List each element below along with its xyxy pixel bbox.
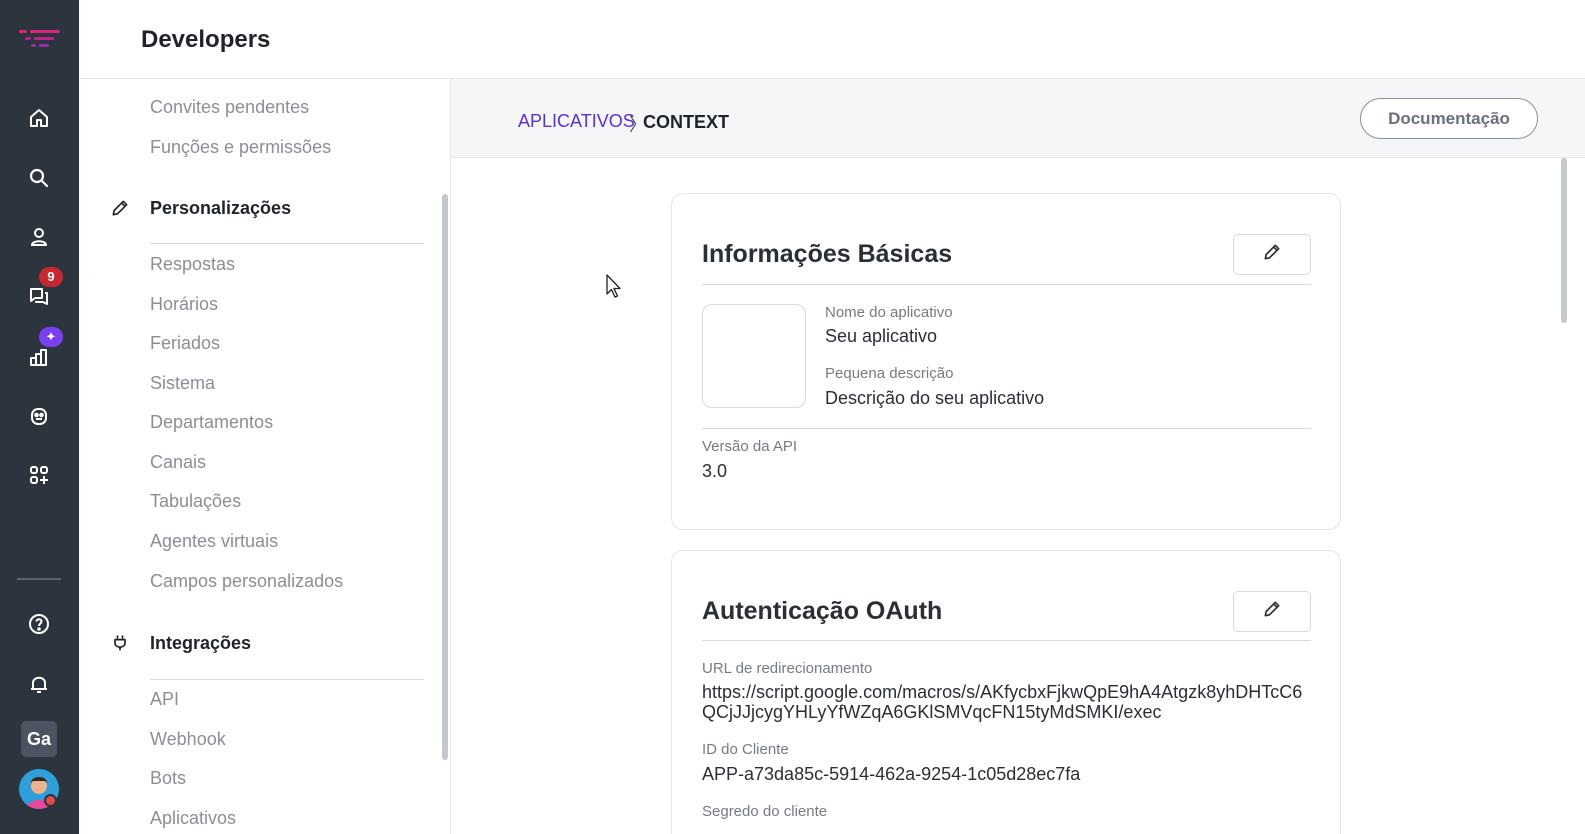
main-scrollbar[interactable]: [1561, 158, 1567, 323]
search-icon[interactable]: [19, 158, 59, 198]
nav-item-api[interactable]: API: [150, 689, 179, 710]
mouse-cursor-icon: [606, 274, 622, 300]
nav-section-label: Personalizações: [150, 198, 292, 218]
card-title: Autenticação OAuth: [702, 597, 943, 625]
reports-new-badge: ✦: [39, 327, 63, 347]
page-title: Developers: [141, 26, 271, 53]
nav-section-customizations[interactable]: Personalizações: [109, 197, 291, 219]
breadcrumb-current: CONTEXT: [643, 112, 730, 132]
main-content: APLICATIVOS 〉 CONTEXT Documentação Infor…: [451, 79, 1585, 834]
breadcrumb-apps-link[interactable]: APLICATIVOS: [518, 111, 635, 132]
content-toolbar: APLICATIVOS 〉 CONTEXT Documentação: [451, 79, 1585, 158]
status-dot: [44, 794, 57, 807]
sidenav-scrollbar[interactable]: [442, 194, 448, 760]
nav-item-apps[interactable]: Aplicativos: [150, 808, 236, 829]
nav-item-departments[interactable]: Departamentos: [150, 412, 273, 433]
nav-divider: [150, 243, 424, 244]
help-icon[interactable]: [19, 604, 59, 644]
nav-item-roles-permissions[interactable]: Funções e permissões: [150, 137, 331, 158]
pencil-icon: [1262, 599, 1282, 624]
nav-divider: [150, 679, 424, 680]
nav-item-webhook[interactable]: Webhook: [150, 729, 226, 750]
nav-item-bots[interactable]: Bots: [150, 768, 186, 789]
api-version-value: 3.0: [702, 461, 728, 481]
nav-item-responses[interactable]: Respostas: [150, 254, 235, 275]
settings-sidenav: Convites pendentes Funções e permissões …: [79, 79, 451, 834]
nav-item-pending-invites[interactable]: Convites pendentes: [150, 97, 309, 118]
client-id-label: ID do Cliente: [702, 741, 789, 758]
home-icon[interactable]: [19, 98, 59, 138]
card-divider: [702, 284, 1311, 285]
chat-unread-badge: 9: [39, 267, 63, 287]
short-description-label: Pequena descrição: [825, 365, 954, 382]
card-title: Informações Básicas: [702, 240, 953, 268]
plug-icon: [109, 632, 131, 654]
nav-item-virtual-agents[interactable]: Agentes virtuais: [150, 531, 278, 552]
documentation-button[interactable]: Documentação: [1360, 98, 1538, 139]
app-name-value: Seu aplicativo: [825, 326, 938, 346]
client-id-value: APP-a73da85c-5914-462a-9254-1c05d28ec7fa: [702, 764, 1081, 784]
pencil-icon: [109, 197, 131, 219]
app-name-label: Nome do aplicativo: [825, 304, 953, 321]
rail-divider: [17, 578, 61, 580]
apps-icon[interactable]: [19, 455, 59, 495]
oauth-card: Autenticação OAuth URL de redirecionamen…: [671, 550, 1341, 834]
nav-item-schedules[interactable]: Horários: [150, 294, 218, 315]
client-secret-label: Segredo do cliente: [702, 803, 828, 820]
nav-item-custom-fields[interactable]: Campos personalizados: [150, 571, 343, 592]
redirect-url-value: https://script.google.com/macros/s/AKfyc…: [702, 682, 1303, 722]
nav-item-system[interactable]: Sistema: [150, 373, 215, 394]
nav-item-holidays[interactable]: Feriados: [150, 333, 220, 354]
edit-oauth-button[interactable]: [1233, 591, 1311, 632]
nav-section-label: Integrações: [150, 633, 252, 653]
redirect-url-label: URL de redirecionamento: [702, 660, 873, 677]
app-image-placeholder[interactable]: [702, 304, 806, 408]
pencil-icon: [1262, 242, 1282, 267]
bot-icon[interactable]: [19, 396, 59, 436]
card-divider: [702, 428, 1311, 429]
short-description-value: Descrição do seu aplicativo: [825, 388, 1045, 408]
nav-item-tabulations[interactable]: Tabulações: [150, 491, 241, 512]
contacts-icon[interactable]: [19, 217, 59, 257]
logo-icon[interactable]: [19, 28, 61, 50]
card-divider: [702, 640, 1311, 641]
bell-icon[interactable]: [19, 664, 59, 704]
workspace-switcher[interactable]: Ga: [21, 721, 57, 757]
edit-basic-info-button[interactable]: [1233, 234, 1311, 275]
app-rail: 9 ✦ Ga: [0, 0, 79, 834]
basic-info-card: Informações Básicas Nome do aplicativo S…: [671, 193, 1341, 530]
top-header: Developers: [79, 0, 1585, 79]
api-version-label: Versão da API: [702, 438, 798, 455]
nav-section-integrations[interactable]: Integrações: [109, 632, 251, 654]
nav-item-channels[interactable]: Canais: [150, 452, 206, 473]
